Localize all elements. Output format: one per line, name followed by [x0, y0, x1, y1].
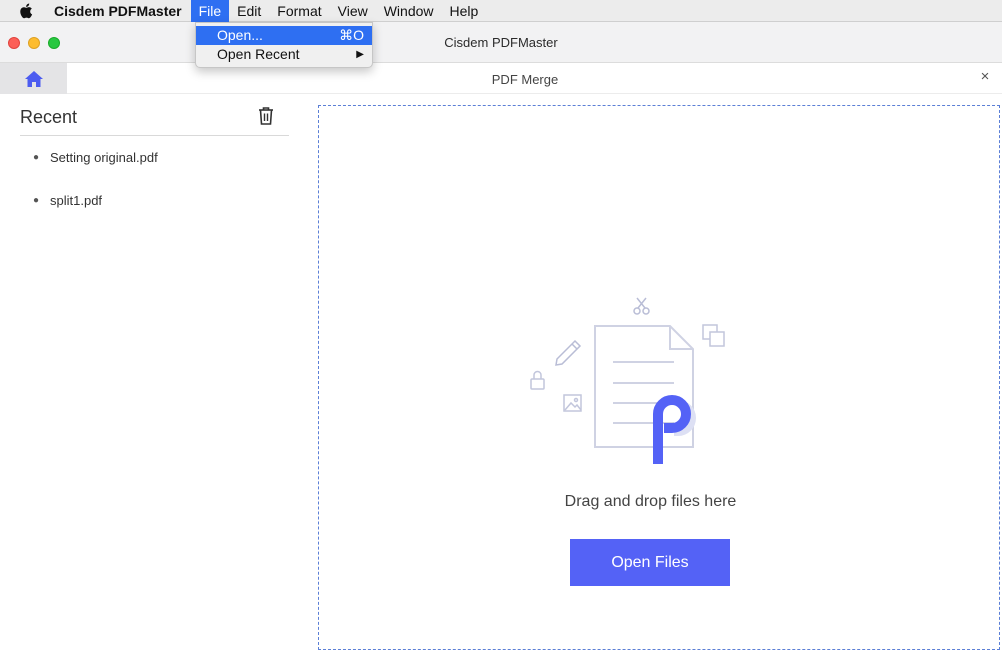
recent-file-item[interactable]: ● Setting original.pdf	[33, 150, 158, 193]
file-menu-dropdown: Open... ⌘O Open Recent ▶	[195, 22, 373, 68]
recent-sidebar: Recent ● Setting original.pdf ● split1.p…	[0, 94, 300, 644]
tab-pdf-merge[interactable]: PDF Merge	[0, 63, 1002, 94]
menu-bar: Cisdem PDFMaster File Edit Format View W…	[0, 0, 1002, 22]
menu-item-open[interactable]: Open... ⌘O	[196, 26, 372, 45]
copy-icon	[702, 324, 725, 347]
menu-help[interactable]: Help	[442, 0, 487, 22]
app-name-menu[interactable]: Cisdem PDFMaster	[52, 3, 191, 19]
home-icon	[24, 70, 43, 87]
file-drop-zone[interactable]: Drag and drop files here Open Files	[318, 105, 1000, 650]
menu-edit[interactable]: Edit	[229, 0, 269, 22]
open-files-button[interactable]: Open Files	[570, 539, 730, 586]
menu-file[interactable]: File	[190, 0, 230, 22]
menu-item-open-shortcut: ⌘O	[339, 27, 364, 43]
menu-format[interactable]: Format	[269, 0, 329, 22]
bullet-icon: ●	[33, 195, 40, 206]
tab-close-icon[interactable]: ×	[978, 69, 992, 84]
scissors-icon	[633, 297, 650, 315]
recent-header: Recent	[20, 104, 289, 136]
lock-icon	[530, 370, 545, 390]
drop-hint-text: Drag and drop files here	[564, 493, 737, 510]
menu-item-open-recent-label: Open Recent	[217, 46, 300, 62]
tab-bar: PDF Merge ×	[0, 63, 1002, 94]
recent-file-item[interactable]: ● split1.pdf	[33, 193, 158, 236]
recent-file-name: Setting original.pdf	[50, 150, 158, 165]
menu-item-open-label: Open...	[217, 27, 263, 43]
recent-file-list: ● Setting original.pdf ● split1.pdf	[33, 150, 158, 236]
submenu-arrow-icon: ▶	[356, 49, 364, 60]
menu-view[interactable]: View	[330, 0, 376, 22]
trash-icon[interactable]	[257, 106, 275, 126]
pdf-illustration-icon	[530, 297, 725, 464]
menu-item-open-recent[interactable]: Open Recent ▶	[196, 45, 372, 64]
window-title-bar: Cisdem PDFMaster	[0, 22, 1002, 63]
bullet-icon: ●	[33, 152, 40, 163]
window-title: Cisdem PDFMaster	[444, 35, 558, 50]
pencil-icon	[555, 339, 582, 366]
recent-title: Recent	[20, 107, 78, 127]
recent-file-name: split1.pdf	[50, 193, 103, 208]
apple-icon[interactable]	[0, 0, 52, 22]
home-tab[interactable]	[0, 63, 67, 94]
image-icon	[563, 394, 582, 412]
menu-window[interactable]: Window	[376, 0, 442, 22]
